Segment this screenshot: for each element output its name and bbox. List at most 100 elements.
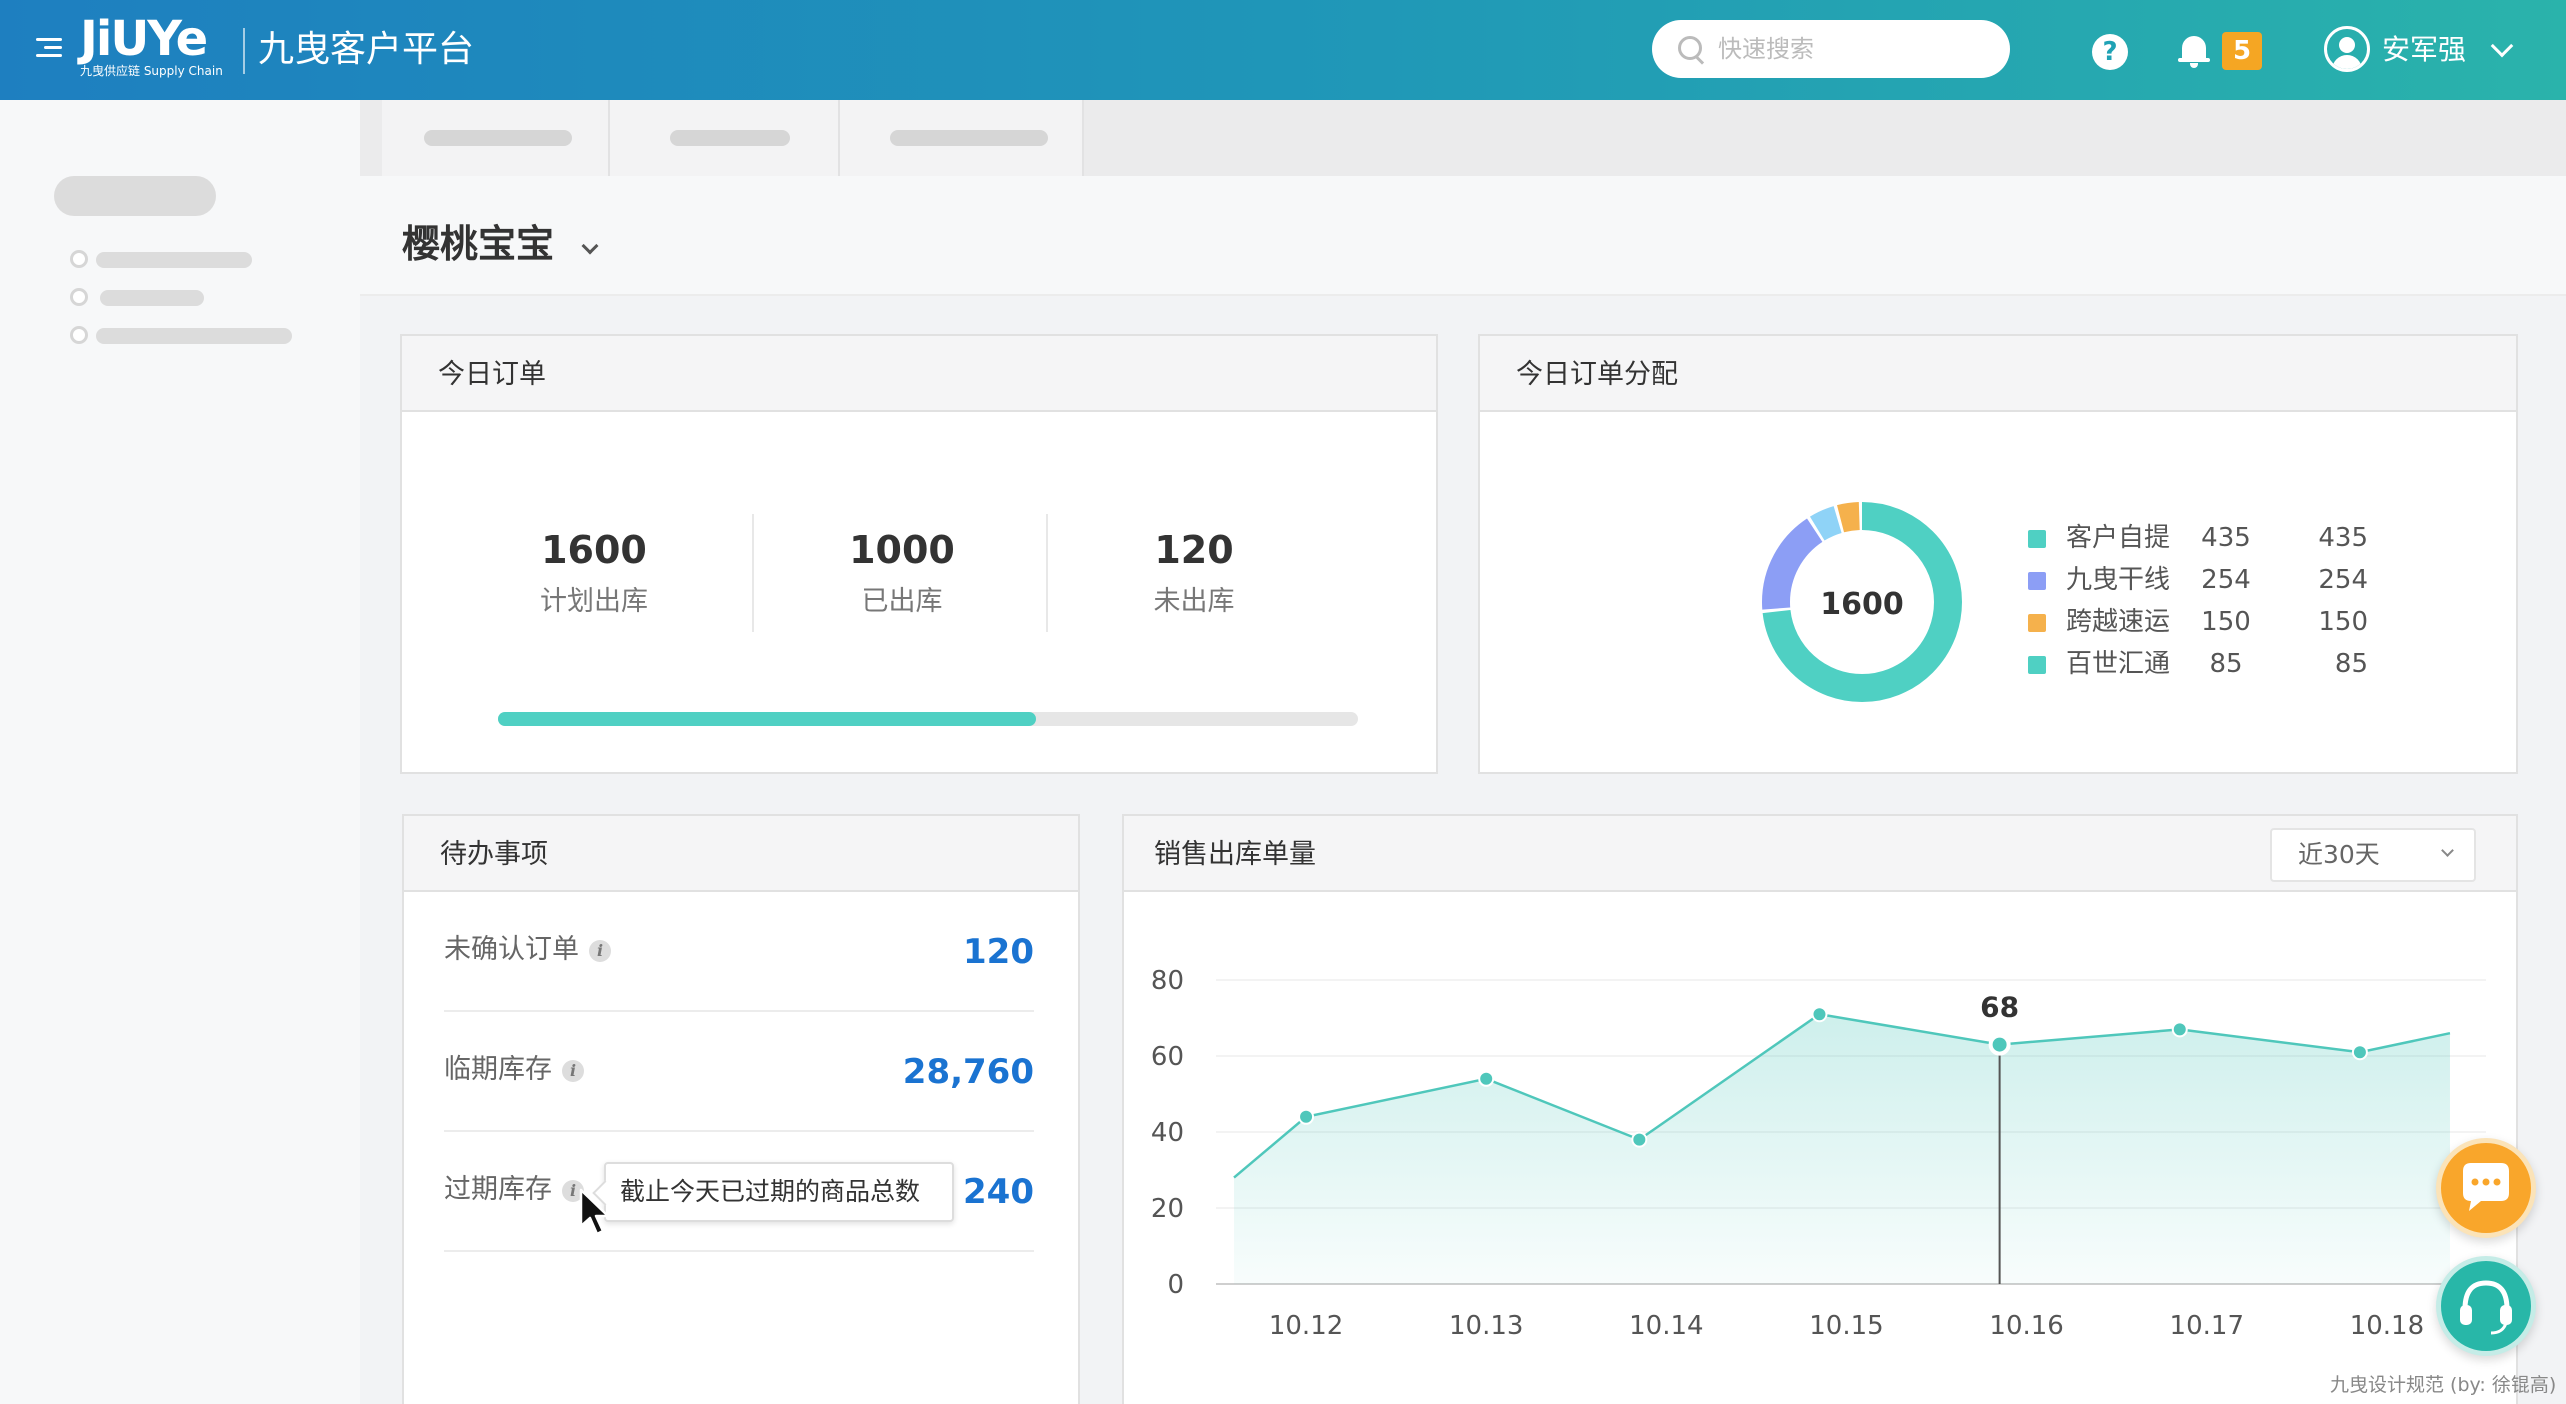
tab-skeleton-1[interactable] [382, 100, 610, 176]
data-point[interactable] [1631, 1131, 1648, 1148]
x-tick-label: 10.13 [1449, 1311, 1523, 1341]
stat-label: 计划出库 [540, 586, 648, 617]
card-header: 待办事项 [404, 816, 1078, 892]
logo-text: JiUYe [80, 11, 208, 67]
data-point[interactable] [2351, 1044, 2368, 1061]
card-title: 今日订单分配 [1516, 359, 1678, 390]
x-tick-label: 10.17 [2170, 1311, 2244, 1341]
todo-value[interactable]: 240 [963, 1170, 1034, 1214]
data-point[interactable] [1298, 1108, 1315, 1125]
tabs-bar [360, 100, 2566, 176]
date-range-select[interactable]: 近30天 [2270, 828, 2476, 882]
help-icon[interactable]: ? [2092, 34, 2128, 70]
sidebar [0, 100, 360, 1404]
shipping-progress-bar [498, 712, 1358, 726]
customer-service-button[interactable] [2436, 1256, 2536, 1356]
todo-label: 过期库存 i [444, 1172, 584, 1208]
todo-item-near-expiry[interactable]: 临期库存 i 28,760 [444, 1012, 1034, 1132]
sales-outbound-card: 销售出库单量 近30天 0 20 40 60 80 10.12 10.13 10.14 10.1… [1122, 814, 2518, 1404]
todo-label-text: 未确认订单 [444, 934, 579, 965]
todo-label: 临期库存 i [444, 1052, 584, 1088]
data-point[interactable] [2171, 1021, 2188, 1038]
top-header: JiUYe 九曳供应链 Supply Chain 九曳客户平台 ? 5 安军强 [0, 0, 2566, 100]
x-tick-label: 10.12 [1269, 1311, 1343, 1341]
page-title[interactable]: 樱桃宝宝 [402, 218, 554, 270]
todo-value[interactable]: 120 [963, 930, 1034, 974]
data-point[interactable] [1988, 1033, 2011, 1056]
legend-value: 85 [2209, 649, 2243, 679]
y-tick-label: 20 [1151, 1194, 1184, 1224]
legend-name: 跨越速运 [2066, 607, 2171, 637]
notification-badge[interactable]: 5 [2222, 32, 2262, 70]
y-tick-label: 80 [1151, 966, 1184, 996]
search-box[interactable] [1652, 20, 2010, 78]
x-tick-label: 10.15 [1809, 1311, 1883, 1341]
logo-subtext: 九曳供应链 Supply Chain [80, 64, 223, 78]
legend-swatch [2028, 530, 2046, 548]
donut-center-value: 1600 [1820, 587, 1904, 622]
info-icon[interactable]: i [562, 1059, 584, 1082]
chat-button[interactable] [2436, 1138, 2536, 1238]
brand-logo[interactable]: JiUYe 九曳供应链 Supply Chain [80, 14, 230, 84]
legend-name: 百世汇通 [2066, 649, 2171, 679]
card-header: 销售出库单量 近30天 [1124, 816, 2516, 892]
stat-value: 120 [1154, 528, 1234, 572]
todo-label: 未确认订单 i [444, 932, 611, 968]
todo-value[interactable]: 28,760 [903, 1050, 1034, 1094]
legend-value: 435 [2201, 523, 2251, 553]
card-title: 销售出库单量 [1154, 839, 1316, 870]
todo-item-unconfirmed[interactable]: 未确认订单 i 120 [444, 892, 1034, 1012]
mouse-cursor-icon [579, 1188, 610, 1236]
sidebar-skeleton-line [100, 290, 204, 306]
sidebar-skeleton-dot [70, 288, 88, 306]
sidebar-skeleton-dot [70, 250, 88, 268]
platform-title: 九曳客户平台 [258, 29, 475, 70]
y-tick-label: 40 [1151, 1118, 1184, 1148]
legend-swatch [2028, 614, 2046, 632]
x-tick-label: 10.18 [2350, 1311, 2424, 1341]
stat-label: 已出库 [861, 586, 943, 617]
expired-stock-tooltip: 截止今天已过期的商品总数 [604, 1162, 954, 1222]
user-avatar-icon[interactable] [2324, 26, 2370, 72]
today-orders-card: 今日订单 1600 计划出库 1000 已出库 120 未出库 [400, 334, 1438, 774]
bell-icon[interactable] [2178, 32, 2210, 68]
legend-name: 九曳干线 [2066, 565, 2171, 595]
donut-chart: 1600 [1762, 502, 1962, 702]
legend-name: 客户自提 [2066, 523, 2171, 553]
todo-label-text: 临期库存 [444, 1054, 552, 1085]
legend-value: 435 [2318, 523, 2368, 553]
user-name[interactable]: 安军强 [2382, 30, 2466, 70]
chevron-down-icon[interactable] [581, 237, 599, 255]
info-icon[interactable]: i [589, 939, 611, 962]
search-icon [1676, 34, 1706, 64]
search-input[interactable] [1718, 35, 1978, 63]
sales-area-chart: 0 20 40 60 80 10.12 10.13 10.14 10.15 10.16 10.17 1… [1151, 966, 2486, 1341]
legend-swatch [2028, 656, 2046, 674]
tab-skeleton-2[interactable] [610, 100, 840, 176]
sidebar-skeleton-heading [54, 176, 216, 216]
menu-toggle-icon[interactable] [36, 38, 62, 62]
stat-divider [1046, 514, 1048, 632]
y-tick-label: 60 [1151, 1042, 1184, 1072]
chevron-down-icon [2441, 844, 2454, 857]
stat-planned: 1600 计划出库 [454, 526, 734, 622]
legend-swatch [2028, 572, 2046, 590]
card-title: 待办事项 [440, 839, 548, 870]
y-tick-label: 0 [1167, 1270, 1184, 1300]
watermark: 九曳设计规范 (by: 徐锟高) [2330, 1374, 2557, 1396]
stat-value: 1000 [849, 528, 955, 572]
data-point[interactable] [1478, 1070, 1495, 1087]
date-range-value: 近30天 [2298, 840, 2380, 869]
area-fill [1234, 1014, 2450, 1284]
sidebar-skeleton-line [96, 252, 252, 268]
card-header: 今日订单 [402, 336, 1436, 412]
chevron-down-icon[interactable] [2490, 34, 2514, 58]
x-tick-label: 10.16 [1989, 1311, 2063, 1341]
card-title: 今日订单 [438, 359, 546, 390]
tab-skeleton-3[interactable] [840, 100, 1084, 176]
sidebar-skeleton-dot [70, 326, 88, 344]
stat-value: 1600 [541, 528, 647, 572]
highlight-value-label: 68 [1980, 991, 2019, 1024]
data-point[interactable] [1811, 1006, 1828, 1023]
headset-icon [2460, 1280, 2512, 1335]
